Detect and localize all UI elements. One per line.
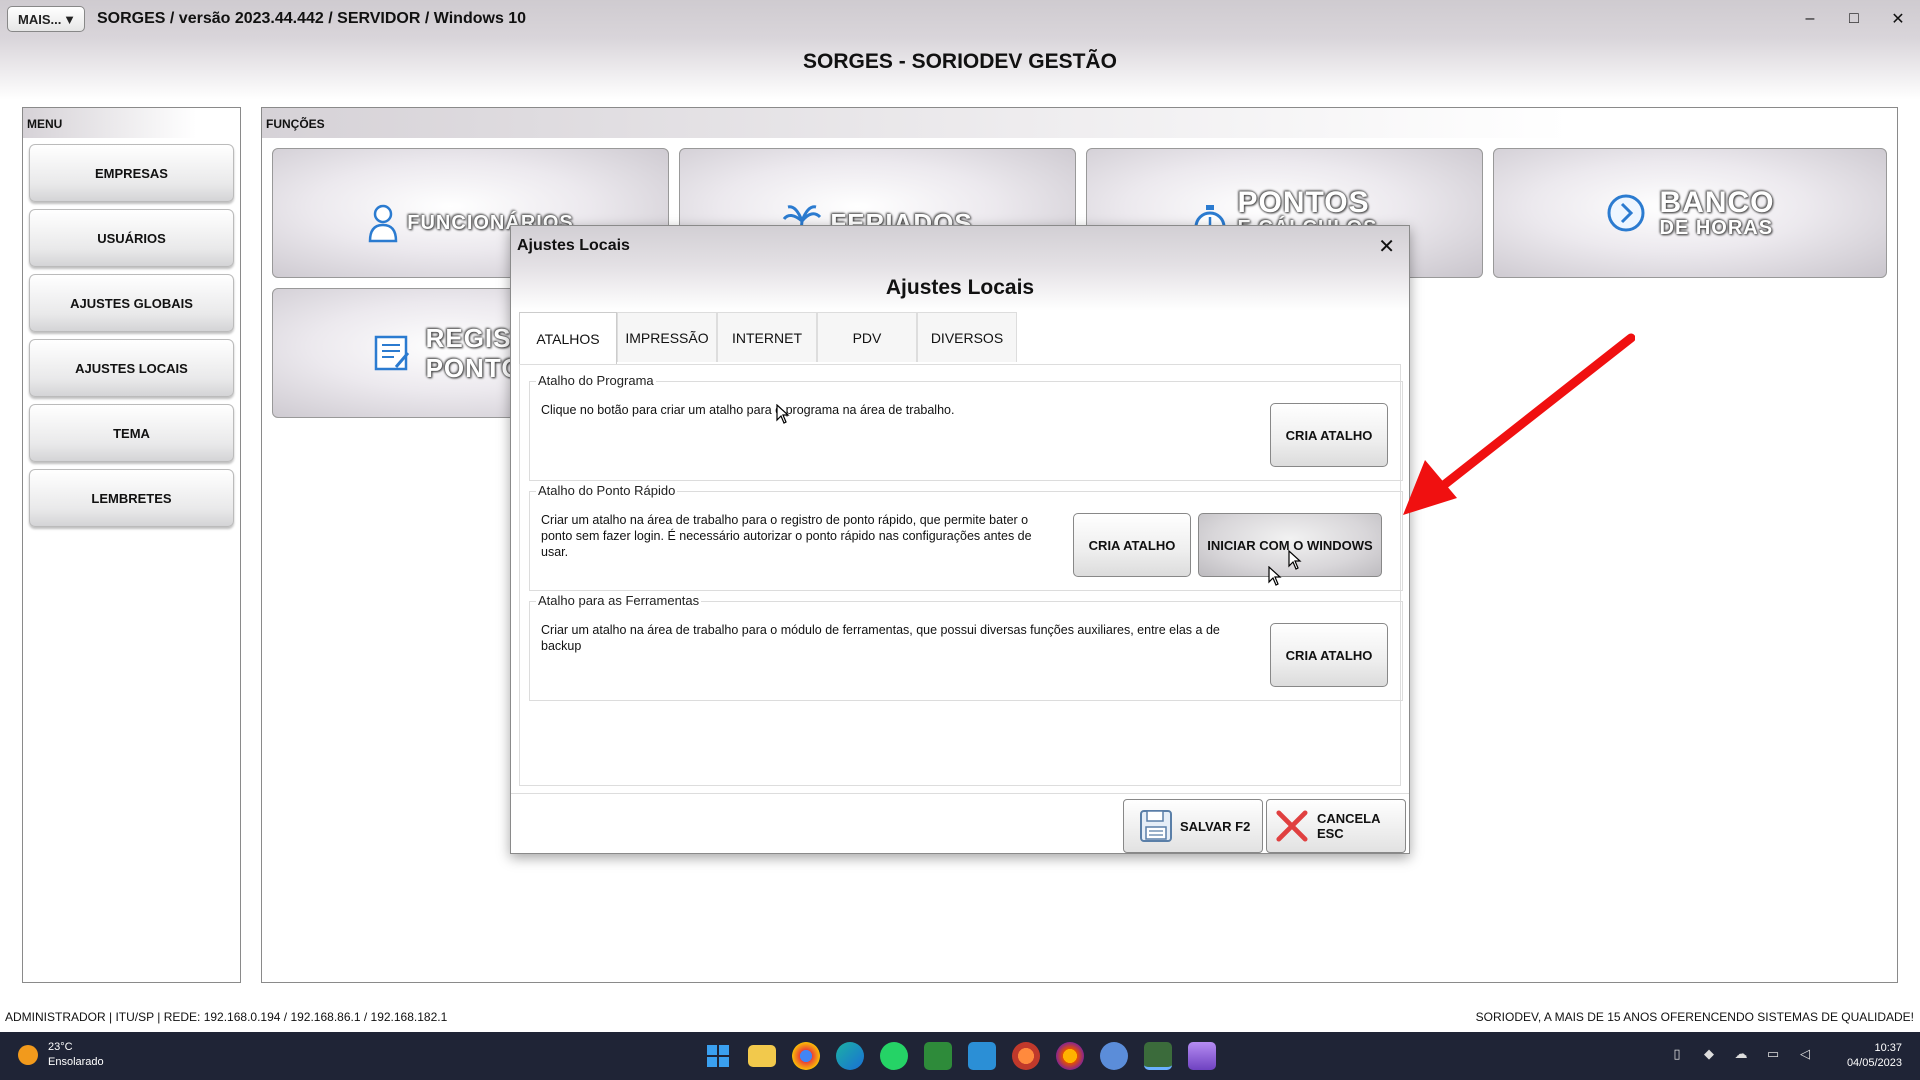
menu-item-usuarios[interactable]: USUÁRIOS [29, 209, 234, 267]
close-window-button[interactable]: ✕ [1876, 0, 1920, 38]
cria-atalho-programa-button[interactable]: CRIA ATALHO [1270, 403, 1388, 467]
cria-atalho-ferramentas-button[interactable]: CRIA ATALHO [1270, 623, 1388, 687]
triangle-down-icon: ▼ [63, 11, 76, 27]
cancel-x-icon [1276, 810, 1308, 842]
usb-icon[interactable]: ▯ [1668, 1046, 1686, 1064]
network-icon[interactable]: ▭ [1764, 1046, 1782, 1064]
windows-start-icon[interactable] [704, 1042, 732, 1070]
menu-item-ajustes-locais[interactable]: AJUSTES LOCAIS [29, 339, 234, 397]
status-bar: ADMINISTRADOR | ITU/SP | REDE: 192.168.0… [0, 1008, 1920, 1026]
dialog-titlebar: Ajustes Locais ✕ [511, 226, 1409, 265]
cria-atalho-ponto-rapido-button[interactable]: CRIA ATALHO [1073, 513, 1191, 577]
save-button[interactable]: SALVAR F2 [1123, 799, 1263, 853]
menu-heading: MENU [23, 108, 240, 138]
menu-item-lembretes[interactable]: LEMBRETES [29, 469, 234, 527]
tile-pontos-label: PONTOS [1237, 186, 1370, 219]
weather-widget[interactable]: 23°C Ensolarado [18, 1040, 104, 1070]
mouse-cursor-icon [1288, 550, 1302, 570]
group-atalho-ferramentas: Atalho para as Ferramentas Criar um atal… [529, 593, 1403, 701]
app-title: SORGES / versão 2023.44.442 / SERVIDOR /… [97, 10, 527, 27]
dialog-window-title: Ajustes Locais [517, 236, 630, 254]
edge-icon[interactable] [836, 1042, 864, 1070]
status-user-network: ADMINISTRADOR | ITU/SP | REDE: 192.168.0… [5, 1010, 448, 1024]
tab-internet[interactable]: INTERNET [717, 312, 817, 362]
register-icon [374, 335, 409, 371]
whatsapp-icon[interactable] [880, 1042, 908, 1070]
weather-condition: Ensolarado [48, 1056, 104, 1068]
app-titlebar: MAIS... ▼ SORGES / versão 2023.44.442 / … [0, 0, 1920, 38]
clock-time: 10:37 [1874, 1042, 1902, 1054]
cancel-button[interactable]: CANCELA ESC [1266, 799, 1406, 853]
clock-date: 04/05/2023 [1846, 1057, 1902, 1069]
firefox-icon[interactable] [1056, 1042, 1084, 1070]
system-tray: ▯ ◆ ☁ ▭ ◁ [1654, 1046, 1814, 1064]
group-legend: Atalho do Ponto Rápido [536, 483, 678, 498]
tab-pdv[interactable]: PDV [817, 312, 917, 362]
dialog-footer: SALVAR F2 CANCELA ESC [511, 793, 1409, 853]
windows-taskbar: 23°C Ensolarado ▯ ◆ ☁ ▭ ◁ 10:37 04/05/20… [0, 1032, 1920, 1080]
clock-arrow-icon [1607, 194, 1644, 232]
ajustes-locais-dialog: Ajustes Locais ✕ Ajustes Locais ATALHOS … [510, 225, 1410, 854]
mouse-cursor-icon [776, 404, 790, 424]
spreadsheet-icon[interactable] [924, 1042, 952, 1070]
app-header: SORGES - SORIODEV GESTÃO [0, 38, 1920, 100]
dialog-close-button[interactable]: ✕ [1378, 234, 1395, 259]
dialog-title: Ajustes Locais [511, 265, 1409, 311]
mouse-cursor-icon [1268, 566, 1282, 586]
tab-impressao[interactable]: IMPRESSÃO [617, 312, 717, 362]
menu-item-empresas[interactable]: EMPRESAS [29, 144, 234, 202]
app-flame-icon[interactable] [1012, 1042, 1040, 1070]
mais-dropdown-button[interactable]: MAIS... ▼ [7, 6, 85, 32]
page-title: SORGES - SORIODEV GESTÃO [803, 50, 1117, 73]
chrome-icon[interactable] [792, 1042, 820, 1070]
tile-banco-horas[interactable]: BANCO DE HORAS [1493, 148, 1887, 278]
menu-item-ajustes-globais[interactable]: AJUSTES GLOBAIS [29, 274, 234, 332]
shield-icon[interactable]: ◆ [1700, 1046, 1718, 1064]
group-atalho-programa: Atalho do Programa Clique no botão para … [529, 373, 1403, 481]
floppy-disk-icon [1140, 810, 1172, 842]
tile-banco-sublabel: DE HORAS [1659, 217, 1774, 239]
employee-icon [369, 204, 398, 243]
file-explorer-icon[interactable] [748, 1045, 776, 1067]
tab-diversos[interactable]: DIVERSOS [917, 312, 1017, 362]
save-label: SALVAR F2 [1180, 818, 1251, 834]
maximize-button[interactable]: □ [1832, 0, 1876, 38]
taskbar-clock[interactable]: 10:37 04/05/2023 [1847, 1041, 1902, 1071]
group-description: Criar um atalho na área de trabalho para… [541, 623, 1220, 653]
minimize-button[interactable]: – [1788, 0, 1832, 38]
group-legend: Atalho para as Ferramentas [536, 593, 702, 608]
sun-icon [18, 1045, 38, 1065]
sorges-app-icon[interactable] [1144, 1042, 1172, 1070]
mais-label: MAIS... [18, 11, 62, 27]
weather-temperature: 23°C [48, 1041, 73, 1053]
dialog-tabs: ATALHOS IMPRESSÃO INTERNET PDV DIVERSOS [519, 312, 1017, 364]
red-arrow-annotation [1403, 333, 1635, 515]
group-legend: Atalho do Programa [536, 373, 656, 388]
volume-icon[interactable]: ◁ [1796, 1046, 1814, 1064]
menu-item-tema[interactable]: TEMA [29, 404, 234, 462]
tab-atalhos[interactable]: ATALHOS [519, 312, 617, 364]
status-slogan: SORIODEV, A MAIS DE 15 ANOS OFERENCENDO … [1475, 1010, 1914, 1024]
tile-banco-label: BANCO [1659, 186, 1775, 219]
cloud-icon[interactable]: ☁ [1732, 1046, 1750, 1064]
remote-desktop-icon[interactable] [968, 1042, 996, 1070]
group-description: Criar um atalho na área de trabalho para… [541, 513, 1032, 559]
menu-panel: MENU EMPRESAS USUÁRIOS AJUSTES GLOBAIS A… [22, 107, 241, 983]
media-app-icon[interactable] [1188, 1042, 1216, 1070]
functions-heading: FUNÇÕES [262, 108, 1897, 138]
cancel-label: CANCELA ESC [1316, 811, 1381, 841]
group-description: Clique no botão para criar um atalho par… [541, 403, 955, 417]
settings-gear-icon[interactable] [1100, 1042, 1128, 1070]
